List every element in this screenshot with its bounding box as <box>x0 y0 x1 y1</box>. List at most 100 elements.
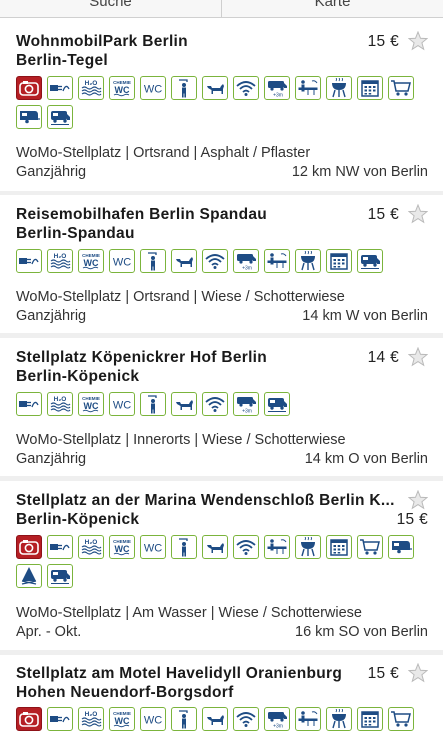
chem-wc-icon: CHEMIE WC <box>109 76 135 100</box>
bbq-area-icon <box>295 76 321 100</box>
favorite-star-icon[interactable] <box>407 662 429 683</box>
amenity-icons: H₂O CHEMIE WC WC +3m <box>16 707 431 731</box>
listing-distance: 12 km NW von Berlin <box>291 164 428 180</box>
camera-icon <box>16 535 42 559</box>
svg-text:WC: WC <box>144 715 162 727</box>
chem-wc-icon: CHEMIE WC <box>109 707 135 731</box>
wifi-icon <box>233 76 259 100</box>
dog-icon <box>171 249 197 273</box>
svg-text:WC: WC <box>115 85 130 95</box>
wc-icon: WC <box>140 535 166 559</box>
bbq-area-icon <box>264 249 290 273</box>
listing-name: Stellplatz Köpenickrer Hof Berlin <box>16 349 268 366</box>
svg-text:WC: WC <box>144 543 162 555</box>
listing-price: 15 € <box>367 33 399 50</box>
dog-icon <box>202 535 228 559</box>
listing-card[interactable]: Stellplatz an der Marina Wendenschloß Be… <box>0 481 443 650</box>
amenity-icons: H₂O CHEMIE WC WC +3m <box>16 76 431 129</box>
tab-search[interactable]: Suche <box>0 0 222 17</box>
listing-season: Apr. - Okt. <box>16 624 82 640</box>
electricity-icon <box>16 249 42 273</box>
chem-wc-icon: CHEMIE WC <box>78 392 104 416</box>
caravan-icon <box>16 105 42 129</box>
water-icon: H₂O <box>47 249 73 273</box>
dog-icon <box>202 76 228 100</box>
wifi-icon <box>233 535 259 559</box>
favorite-star-icon[interactable] <box>407 203 429 224</box>
listing-distance: 14 km W von Berlin <box>302 308 428 324</box>
amenity-icons: H₂O CHEMIE WC WC +3m <box>16 392 431 416</box>
van-icon: +3m <box>233 392 259 416</box>
listing-location: Hohen Neuendorf-Borgsdorf <box>16 684 234 701</box>
van-icon: +3m <box>264 76 290 100</box>
wifi-icon <box>202 392 228 416</box>
listing-name: WohnmobilPark Berlin <box>16 33 188 50</box>
chem-wc-icon: CHEMIE WC <box>109 535 135 559</box>
favorite-star-icon[interactable] <box>407 346 429 367</box>
svg-text:H₂O: H₂O <box>54 253 67 260</box>
wifi-icon <box>233 707 259 731</box>
grill-icon <box>326 707 352 731</box>
svg-text:+3m: +3m <box>242 266 252 272</box>
listing-details: WoMo-Stellplatz | Ortsrand | Wiese / Sch… <box>16 289 345 305</box>
van-icon: +3m <box>233 249 259 273</box>
svg-text:H₂O: H₂O <box>85 711 98 718</box>
favorite-star-icon[interactable] <box>407 30 429 51</box>
svg-text:WC: WC <box>113 400 131 412</box>
listing-price: 14 € <box>367 349 399 366</box>
campfire-icon <box>16 564 42 588</box>
listing-location: Berlin-Spandau <box>16 225 135 242</box>
electricity-icon <box>47 535 73 559</box>
tab-bar: Suche Karte <box>0 0 443 18</box>
listing-name: Reisemobilhafen Berlin Spandau <box>16 206 268 223</box>
svg-text:+3m: +3m <box>242 409 252 415</box>
wifi-icon <box>202 249 228 273</box>
wc-icon: WC <box>109 249 135 273</box>
svg-text:WC: WC <box>115 544 130 554</box>
svg-text:H₂O: H₂O <box>85 80 98 87</box>
calendar-icon <box>326 535 352 559</box>
wc-icon: WC <box>109 392 135 416</box>
svg-text:H₂O: H₂O <box>54 396 67 403</box>
grill-icon <box>295 249 321 273</box>
motorhome-icon <box>357 249 383 273</box>
shower-icon <box>171 76 197 100</box>
listing-distance: 16 km SO von Berlin <box>295 624 428 640</box>
van-icon: +3m <box>264 707 290 731</box>
dog-icon <box>171 392 197 416</box>
listing-card[interactable]: Stellplatz am Motel Havelidyll Oranienbu… <box>0 655 443 745</box>
listing-season: Ganzjährig <box>16 164 87 180</box>
calendar-icon <box>326 249 352 273</box>
grill-icon <box>295 535 321 559</box>
shower-icon <box>140 249 166 273</box>
cart-icon <box>388 707 414 731</box>
listing-location: Berlin-Köpenick <box>16 511 140 528</box>
camera-icon <box>16 707 42 731</box>
caravan-icon <box>388 535 414 559</box>
listing-card[interactable]: Reisemobilhafen Berlin Spandau Berlin-Spa… <box>0 195 443 333</box>
listing-location: Berlin-Köpenick <box>16 368 140 385</box>
wc-icon: WC <box>140 707 166 731</box>
cart-icon <box>388 76 414 100</box>
svg-text:+3m: +3m <box>273 93 283 99</box>
svg-text:WC: WC <box>115 716 130 726</box>
chem-wc-icon: CHEMIE WC <box>78 249 104 273</box>
svg-text:WC: WC <box>84 401 99 411</box>
dog-icon <box>202 707 228 731</box>
water-icon: H₂O <box>78 707 104 731</box>
listing-card[interactable]: WohnmobilPark Berlin Berlin-Tegel 15 € H₂O C… <box>0 18 443 191</box>
water-icon: H₂O <box>78 76 104 100</box>
listing-details: WoMo-Stellplatz | Ortsrand | Asphalt / P… <box>16 145 311 161</box>
shower-icon <box>171 707 197 731</box>
motorhome-icon <box>47 564 73 588</box>
svg-text:H₂O: H₂O <box>85 539 98 546</box>
svg-text:WC: WC <box>84 258 99 268</box>
shower-icon <box>171 535 197 559</box>
calendar-icon <box>357 707 383 731</box>
svg-text:+3m: +3m <box>273 724 283 730</box>
listing-details: WoMo-Stellplatz | Am Wasser | Wiese / Sc… <box>16 605 362 621</box>
favorite-star-icon[interactable] <box>407 489 429 510</box>
electricity-icon <box>47 76 73 100</box>
tab-map[interactable]: Karte <box>222 0 443 17</box>
listing-card[interactable]: Stellplatz Köpenickrer Hof Berlin Berlin-… <box>0 338 443 476</box>
